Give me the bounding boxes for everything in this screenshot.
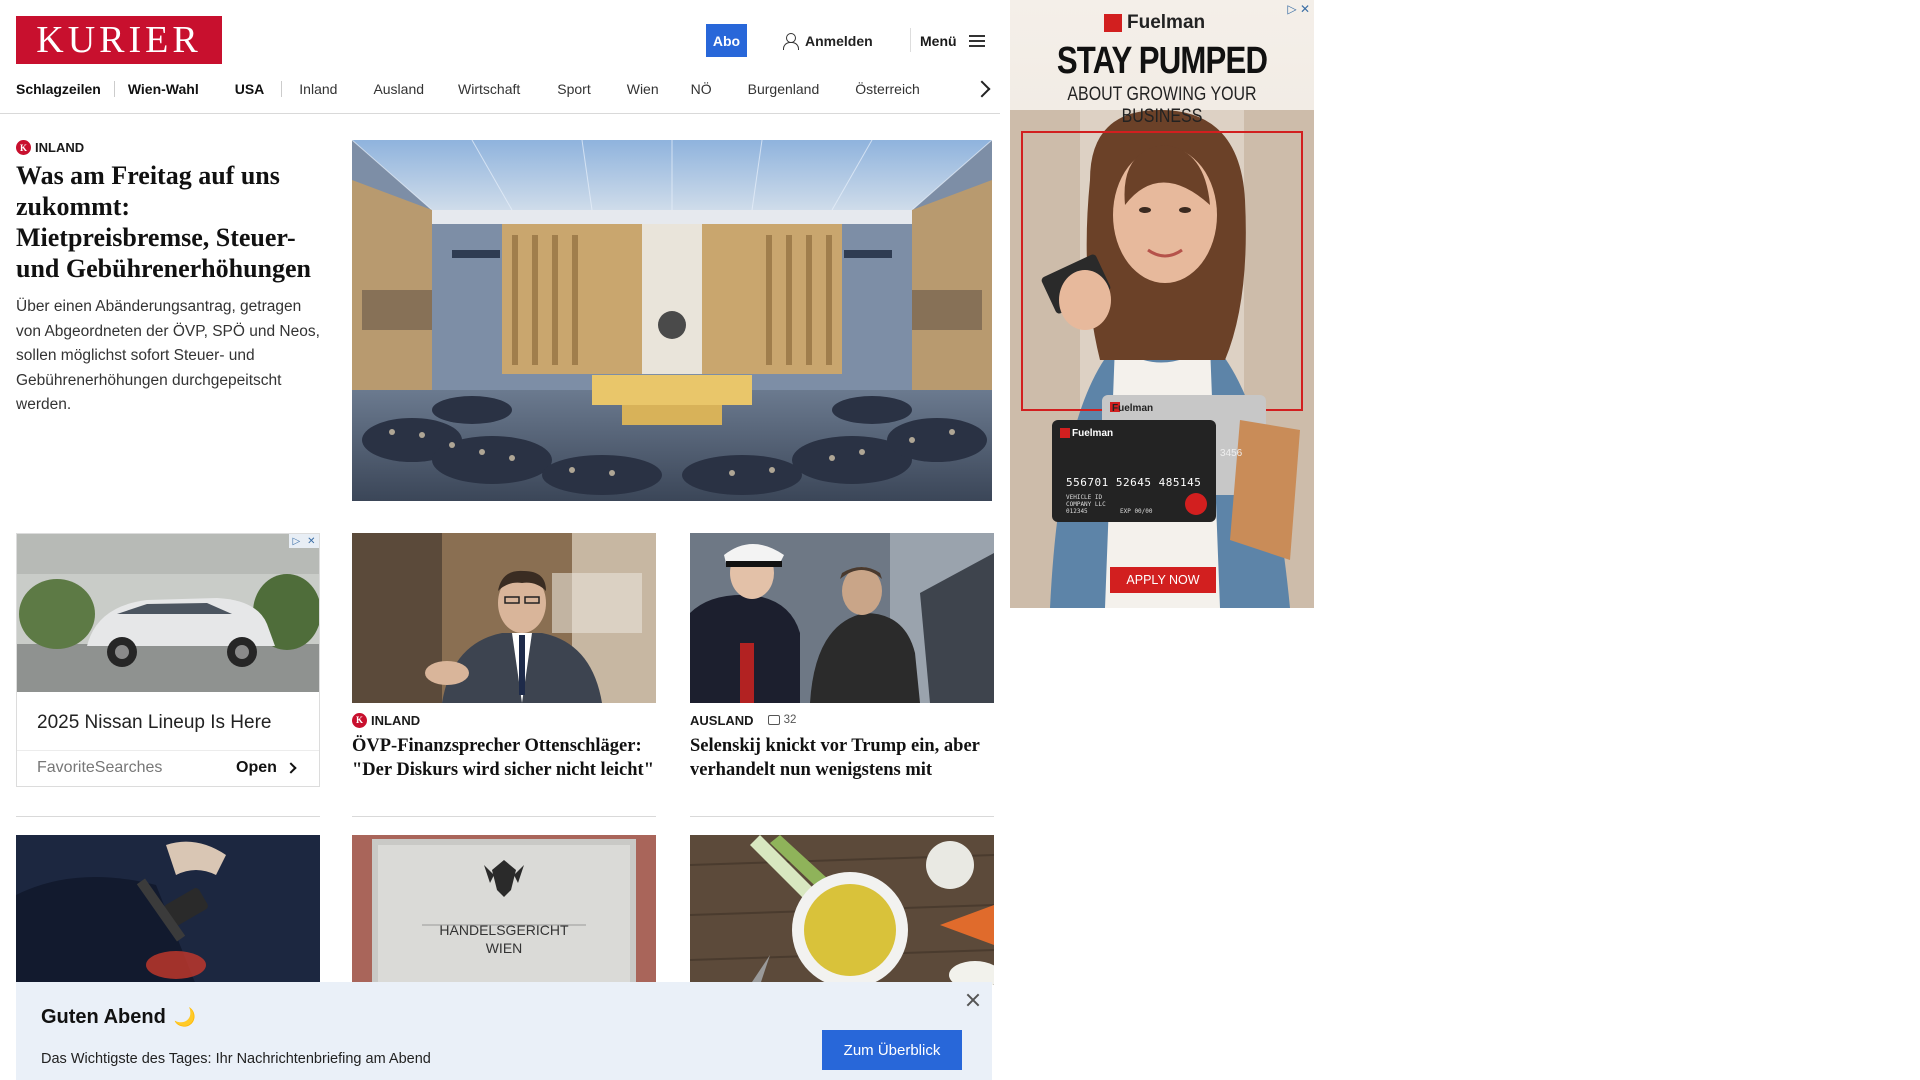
open-label: Open [236,759,277,776]
nav-item-wirtschaft[interactable]: Wirtschaft [458,81,520,97]
evening-briefing-banner: Guten Abend 🌙 Das Wichtigste des Tages: … [16,982,992,1080]
article-card[interactable]: K INLAND ÖVP-Finanzsprecher Ottenschläge… [352,533,656,782]
fuelman-subline: ABOUT GROWING YOUR BUSINESS [1067,84,1257,127]
user-icon [783,33,799,50]
court-sign-text: HANDELSGERICHT WIEN [352,921,656,957]
article-meta: K INLAND [352,712,656,728]
article-card[interactable]: AUSLAND 32 Selenskij knickt vor Trump ei… [690,533,994,782]
nav-item-ausland[interactable]: Ausland [373,81,424,97]
apply-now-button[interactable]: APPLY NOW [1110,567,1216,593]
kurier-logo[interactable]: KURIER [16,16,222,64]
card-back-brand: Fuelman [1112,403,1154,414]
row-divider [690,816,994,817]
briefing-overview-button[interactable]: Zum Überblick [822,1030,962,1070]
card-back-digits: 3456 [1220,448,1243,459]
nissan-ad-headline[interactable]: 2025 Nissan Lineup Is Here [37,712,271,734]
header-divider [910,28,911,52]
nissan-ad-image[interactable] [17,534,319,692]
parliament-photo [352,140,992,501]
article-image-selenskij[interactable] [690,533,994,703]
article-image-soup[interactable] [690,835,994,985]
nav-item-oesterreich[interactable]: Österreich [855,81,920,97]
card-details: VEHICLE ID COMPANY LLC 012345 [1066,494,1106,515]
article-image-handelsgericht[interactable]: HANDELSGERICHT WIEN [352,835,656,985]
adchoices-icon: ▷ [292,535,301,547]
nav-divider [0,113,1000,114]
nav-item-wien-wahl[interactable]: Wien-Wahl [128,81,199,97]
article-category[interactable]: AUSLAND [690,713,754,728]
briefing-description: Das Wichtigste des Tages: Ihr Nachrichte… [41,1051,431,1067]
close-icon[interactable] [965,992,981,1008]
nissan-ad[interactable]: ▷ ✕ 2025 Nissan Lineup Is Here FavoriteS… [16,533,320,787]
nav-item-usa[interactable]: USA [235,81,265,97]
nav-item-inland[interactable]: Inland [299,81,337,97]
fuelman-logo-icon [1104,14,1122,32]
article-image-ottenschlaeger[interactable] [352,533,656,703]
ad-divider [17,750,319,751]
fuelman-ad[interactable]: Fuelman ▷ ✕ STAY PUMPED ABOUT GROWING YO… [1010,0,1314,608]
chevron-right-icon [285,762,297,774]
nav-separator [281,81,283,97]
comment-count[interactable]: 32 [767,714,797,726]
court-sign-photo [352,835,656,985]
card-number: 556701 52645 485145 [1066,476,1202,489]
row-divider [16,816,320,817]
nissan-ad-open-button[interactable]: Open [236,759,297,777]
selenskij-photo [690,533,994,703]
card-expiry: EXP 00/00 [1120,508,1153,515]
comment-icon [767,715,780,725]
article-image-seatbelt[interactable] [16,835,320,985]
hero-category[interactable]: K INLAND [16,140,84,155]
nav-item-noe[interactable]: NÖ [691,81,712,97]
adchoices-badge[interactable]: ▷ ✕ [289,534,319,548]
article-headline[interactable]: Selenskij knickt vor Trump ein, aber ver… [690,734,994,782]
menu-label: Menü [920,33,957,49]
seatbelt-photo [16,835,320,985]
nav-item-burgenland[interactable]: Burgenland [748,81,820,97]
kurier-plus-icon: K [352,712,367,728]
nissan-ad-source: FavoriteSearches [37,759,163,776]
section-nav: Schlagzeilen Wien-Wahl USA Inland Auslan… [16,78,920,100]
card-front-brand: Fuelman [1072,428,1114,439]
card-detail-line: VEHICLE ID [1066,494,1103,501]
site-header: KURIER Abo Anmelden Menü Schlagzeilen Wi… [0,0,1000,112]
court-sign-line: WIEN [485,940,523,956]
card-detail-line: 012345 [1066,508,1088,515]
row-divider [352,816,656,817]
hero-headline[interactable]: Was am Freitag auf uns zukommt: Mietprei… [16,160,321,284]
briefing-greeting: Guten Abend 🌙 [41,1006,196,1029]
broth-photo [690,835,994,985]
login-link[interactable]: Anmelden [783,30,873,52]
article-category[interactable]: INLAND [371,713,420,728]
hamburger-icon [968,35,985,47]
fuelman-brand: Fuelman [1104,12,1205,34]
nav-item-schlagzeilen[interactable]: Schlagzeilen [16,81,101,97]
greeting-text: Guten Abend [41,1006,166,1028]
article-meta: AUSLAND 32 [690,712,994,728]
nav-next-chevron-icon[interactable] [976,79,988,99]
politician-photo [352,533,656,703]
comment-count-value: 32 [783,714,797,726]
kurier-plus-icon: K [16,140,31,155]
abo-button[interactable]: Abo [706,24,747,57]
fuelman-headline: STAY PUMPED [1056,40,1268,82]
adchoices-close-icon[interactable]: ▷ ✕ [1287,2,1310,16]
fuelman-brand-name: Fuelman [1127,12,1206,33]
nav-item-wien[interactable]: Wien [627,81,659,97]
moon-icon: 🌙 [173,1007,197,1027]
hero-teaser: Über einen Abänderungsantrag, getragen v… [16,298,320,413]
hero-image-parliament[interactable] [352,140,992,501]
nav-separator [113,81,115,97]
hero-category-label: INLAND [35,140,85,155]
article-headline[interactable]: ÖVP-Finanzsprecher Ottenschläger: "Der D… [352,734,656,782]
login-label: Anmelden [805,33,873,49]
court-sign-line: HANDELSGERICHT [439,922,569,938]
suv-photo [17,534,319,692]
card-detail-line: COMPANY LLC [1066,501,1106,508]
menu-button[interactable]: Menü [920,30,985,52]
nav-item-sport[interactable]: Sport [557,81,590,97]
ad-close-icon[interactable]: ✕ [307,536,315,547]
